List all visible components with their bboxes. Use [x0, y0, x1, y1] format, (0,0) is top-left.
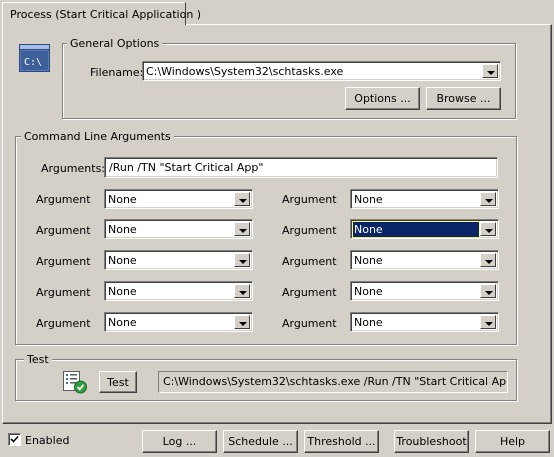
argument-combo[interactable]: None: [350, 189, 499, 209]
chevron-down-icon[interactable]: [234, 315, 250, 329]
chevron-down-icon[interactable]: [480, 222, 496, 236]
log-button[interactable]: Log ...: [142, 430, 217, 453]
test-legend: Test: [24, 353, 52, 366]
browse-button[interactable]: Browse ...: [426, 87, 501, 110]
argument-value: None: [108, 285, 137, 298]
argument-value: None: [354, 285, 383, 298]
test-command-field: C:\Windows\System32\schtasks.exe /Run /T…: [158, 371, 508, 393]
enabled-checkbox[interactable]: [8, 433, 21, 446]
help-button-label: Help: [499, 435, 526, 448]
general-options-legend: General Options: [67, 37, 163, 50]
filename-label: Filename:: [90, 66, 143, 79]
log-button-label: Log ...: [162, 435, 197, 448]
filename-label-text: Filename:: [90, 66, 144, 79]
argument-value: None: [354, 316, 383, 329]
argument-label: Argument: [282, 193, 337, 206]
chevron-down-icon[interactable]: [234, 222, 250, 236]
arguments-value: /Run /TN "Start Critical App": [109, 161, 264, 174]
test-button-label: Test: [107, 376, 129, 389]
chevron-down-icon[interactable]: [480, 253, 496, 267]
argument-label: Argument: [36, 255, 91, 268]
svg-text:C:\: C:\: [24, 57, 42, 68]
test-command-value: C:\Windows\System32\schtasks.exe /Run /T…: [163, 375, 508, 388]
help-button[interactable]: Help: [475, 430, 550, 453]
argument-value: None: [354, 254, 383, 267]
tab-process[interactable]: Process (Start Critical Application ): [2, 2, 201, 25]
troubleshoot-button-label: Troubleshoot: [396, 435, 467, 448]
argument-value: None: [108, 254, 137, 267]
command-prompt-icon: C:\: [19, 44, 50, 72]
argument-label: Argument: [282, 224, 337, 237]
schedule-button[interactable]: Schedule ...: [223, 430, 298, 453]
argument-value: None: [108, 223, 137, 236]
options-button-label: Options ...: [354, 92, 411, 105]
enabled-label[interactable]: Enabled: [25, 434, 69, 447]
check-icon: [10, 435, 19, 443]
troubleshoot-button[interactable]: Troubleshoot: [394, 430, 469, 453]
command-line-arguments-legend: Command Line Arguments: [21, 130, 174, 143]
chevron-down-icon[interactable]: [234, 253, 250, 267]
schedule-button-label: Schedule ...: [228, 435, 293, 448]
chevron-down-icon[interactable]: [234, 284, 250, 298]
argument-value: None: [352, 221, 480, 238]
argument-label: Argument: [282, 286, 337, 299]
argument-label: Argument: [282, 255, 337, 268]
argument-value: None: [108, 316, 137, 329]
argument-combo-focused[interactable]: None: [350, 219, 499, 239]
test-button[interactable]: Test: [99, 371, 137, 393]
argument-value: None: [354, 193, 383, 206]
filename-combo[interactable]: C:\Windows\System32\schtasks.exe: [142, 61, 501, 81]
argument-combo[interactable]: None: [350, 250, 499, 270]
filename-value: C:\Windows\System32\schtasks.exe: [146, 65, 344, 78]
argument-label: Argument: [282, 317, 337, 330]
threshold-button-label: Threshold ...: [307, 435, 376, 448]
argument-combo[interactable]: None: [104, 189, 253, 209]
argument-value: None: [108, 193, 137, 206]
argument-combo[interactable]: None: [104, 281, 253, 301]
options-button[interactable]: Options ...: [345, 87, 420, 110]
argument-combo[interactable]: None: [104, 219, 253, 239]
argument-combo[interactable]: None: [350, 312, 499, 332]
chevron-down-icon[interactable]: [482, 64, 498, 78]
argument-combo[interactable]: None: [350, 281, 499, 301]
chevron-down-icon[interactable]: [480, 192, 496, 206]
argument-label: Argument: [36, 317, 91, 330]
argument-label: Argument: [36, 224, 91, 237]
chevron-down-icon[interactable]: [234, 192, 250, 206]
checklist-icon: [62, 370, 88, 394]
arguments-input[interactable]: /Run /TN "Start Critical App": [104, 157, 498, 178]
chevron-down-icon[interactable]: [480, 284, 496, 298]
argument-combo[interactable]: None: [104, 312, 253, 332]
tab-label: Process (Start Critical Application ): [10, 8, 202, 21]
argument-label: Argument: [36, 286, 91, 299]
chevron-down-icon[interactable]: [480, 315, 496, 329]
arguments-label: Arguments:: [41, 162, 106, 175]
threshold-button[interactable]: Threshold ...: [304, 430, 379, 453]
argument-label: Argument: [36, 193, 91, 206]
browse-button-label: Browse ...: [436, 92, 491, 105]
argument-combo[interactable]: None: [104, 250, 253, 270]
